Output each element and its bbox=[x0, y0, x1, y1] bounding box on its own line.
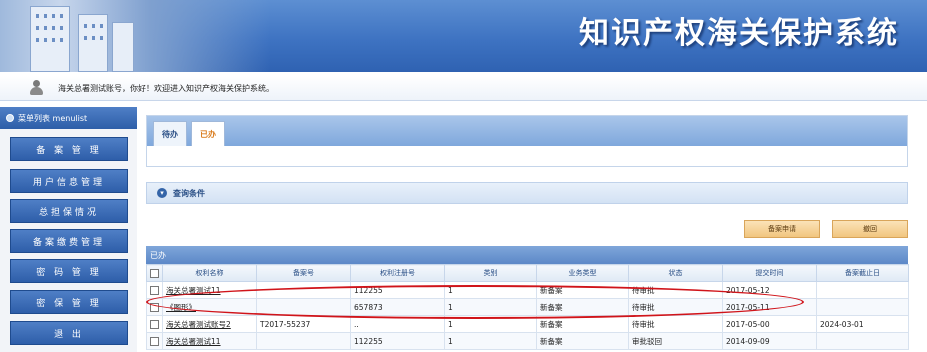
tabs-bar: 待办 已办 bbox=[147, 116, 907, 146]
record-name-link[interactable]: 海关总署测试账号2 bbox=[166, 320, 231, 329]
table-header-row: 权利名称 备案号 权利注册号 类别 业务类型 状态 提交时间 备案截止日 bbox=[146, 264, 909, 282]
query-conditions-bar[interactable]: ▾ 查询条件 bbox=[146, 182, 908, 204]
cell-deadline: 2024-03-01 bbox=[816, 315, 909, 333]
record-apply-button[interactable]: 备案申请 bbox=[744, 220, 820, 238]
cell-status: 待审批 bbox=[628, 281, 723, 299]
menu-item-user-info[interactable]: 用户信息管理 bbox=[10, 169, 128, 193]
tab-done[interactable]: 已办 bbox=[191, 121, 225, 146]
column-header[interactable]: 状态 bbox=[628, 264, 723, 282]
select-all-checkbox[interactable] bbox=[150, 268, 159, 278]
menu-item-password[interactable]: 密 码 管 理 bbox=[10, 259, 128, 283]
cell-deadline bbox=[816, 298, 909, 316]
column-header[interactable]: 业务类型 bbox=[536, 264, 629, 282]
cell-reg-no: 112255 bbox=[350, 281, 445, 299]
menu-item-logout[interactable]: 退 出 bbox=[10, 321, 128, 345]
grid-title: 已办 bbox=[146, 246, 908, 264]
building-image bbox=[0, 0, 150, 72]
column-header[interactable]: 提交时间 bbox=[722, 264, 817, 282]
cell-record-no bbox=[256, 298, 351, 316]
cell-name[interactable]: 《图形》 bbox=[162, 298, 257, 316]
query-conditions-label: 查询条件 bbox=[173, 188, 205, 198]
cell-deadline bbox=[816, 281, 909, 299]
records-grid: 已办 权利名称 备案号 权利注册号 类别 业务类型 状态 提交时间 备案截止日 bbox=[146, 246, 909, 350]
column-header[interactable]: 权利注册号 bbox=[350, 264, 445, 282]
menu-item-record-management[interactable]: 备 案 管 理 bbox=[10, 137, 128, 161]
cell-submit-time: 2017-05-12 bbox=[722, 281, 817, 299]
row-checkbox[interactable] bbox=[150, 336, 159, 346]
cell-reg-no: 112255 bbox=[350, 332, 445, 350]
table-row[interactable]: 《图形》 657873 1 新备案 待审批 2017-05-11 bbox=[146, 298, 909, 316]
select-all-cell bbox=[146, 264, 163, 282]
cell-category: 1 bbox=[444, 332, 537, 350]
row-checkbox[interactable] bbox=[150, 285, 159, 295]
cell-submit-time: 2017-05-11 bbox=[722, 298, 817, 316]
menu-item-fee-management[interactable]: 备案缴费管理 bbox=[10, 229, 128, 253]
menu-title: 菜单列表 menulist bbox=[18, 113, 88, 123]
cell-biz-type: 新备案 bbox=[536, 332, 629, 350]
record-name-link[interactable]: 《图形》 bbox=[166, 303, 196, 312]
cell-record-no bbox=[256, 332, 351, 350]
header-banner: 知识产权海关保护系统 bbox=[0, 0, 927, 72]
menu-item-security-question[interactable]: 密 保 管 理 bbox=[10, 290, 128, 314]
cell-name[interactable]: 海关总署测试11 bbox=[162, 281, 257, 299]
menu-list-icon bbox=[6, 114, 14, 122]
cell-biz-type: 新备案 bbox=[536, 315, 629, 333]
cell-reg-no: .. bbox=[350, 315, 445, 333]
cell-submit-time: 2017-05-00 bbox=[722, 315, 817, 333]
cell-status: 审批驳回 bbox=[628, 332, 723, 350]
cell-category: 1 bbox=[444, 315, 537, 333]
welcome-text: 海关总署测试账号，你好！欢迎进入知识产权海关保护系统。 bbox=[58, 83, 274, 93]
cell-biz-type: 新备案 bbox=[536, 281, 629, 299]
cell-name[interactable]: 海关总署测试账号2 bbox=[162, 315, 257, 333]
user-icon bbox=[28, 80, 46, 96]
expand-icon[interactable]: ▾ bbox=[157, 188, 167, 198]
cell-record-no: T2017-55237 bbox=[256, 315, 351, 333]
column-header[interactable]: 备案号 bbox=[256, 264, 351, 282]
sidebar: 菜单列表 menulist 备 案 管 理 用户信息管理 总担保情况 备案缴费管… bbox=[0, 107, 137, 352]
record-name-link[interactable]: 海关总署测试11 bbox=[166, 337, 221, 346]
column-header[interactable]: 权利名称 bbox=[162, 264, 257, 282]
menu-header: 菜单列表 menulist bbox=[0, 107, 137, 129]
record-name-link[interactable]: 海关总署测试11 bbox=[166, 286, 221, 295]
cell-submit-time: 2014-09-09 bbox=[722, 332, 817, 350]
column-header[interactable]: 备案截止日 bbox=[816, 264, 909, 282]
cell-name[interactable]: 海关总署测试11 bbox=[162, 332, 257, 350]
records-table: 权利名称 备案号 权利注册号 类别 业务类型 状态 提交时间 备案截止日 海关总… bbox=[146, 264, 909, 350]
table-row[interactable]: 海关总署测试账号2 T2017-55237 .. 1 新备案 待审批 2017-… bbox=[146, 315, 909, 333]
cell-biz-type: 新备案 bbox=[536, 298, 629, 316]
column-header[interactable]: 类别 bbox=[444, 264, 537, 282]
menu-item-guarantee[interactable]: 总担保情况 bbox=[10, 199, 128, 223]
row-checkbox[interactable] bbox=[150, 319, 159, 329]
cell-record-no bbox=[256, 281, 351, 299]
main-content: 待办 已办 ▾ 查询条件 备案申请 撤回 已办 权利名称 备案号 权利注册号 类… bbox=[146, 107, 916, 352]
system-title: 知识产权海关保护系统 bbox=[579, 16, 899, 51]
cell-deadline bbox=[816, 332, 909, 350]
cell-status: 待审批 bbox=[628, 298, 723, 316]
table-row[interactable]: 海关总署测试11 112255 1 新备案 审批驳回 2014-09-09 bbox=[146, 332, 909, 350]
table-row[interactable]: 海关总署测试11 112255 1 新备案 待审批 2017-05-12 bbox=[146, 281, 909, 299]
welcome-bar: 海关总署测试账号，你好！欢迎进入知识产权海关保护系统。 bbox=[0, 76, 927, 101]
tab-todo[interactable]: 待办 bbox=[153, 121, 187, 146]
cell-category: 1 bbox=[444, 281, 537, 299]
withdraw-button[interactable]: 撤回 bbox=[832, 220, 908, 238]
tabs-panel: 待办 已办 bbox=[146, 115, 908, 167]
row-checkbox[interactable] bbox=[150, 302, 159, 312]
cell-status: 待审批 bbox=[628, 315, 723, 333]
cell-reg-no: 657873 bbox=[350, 298, 445, 316]
cell-category: 1 bbox=[444, 298, 537, 316]
